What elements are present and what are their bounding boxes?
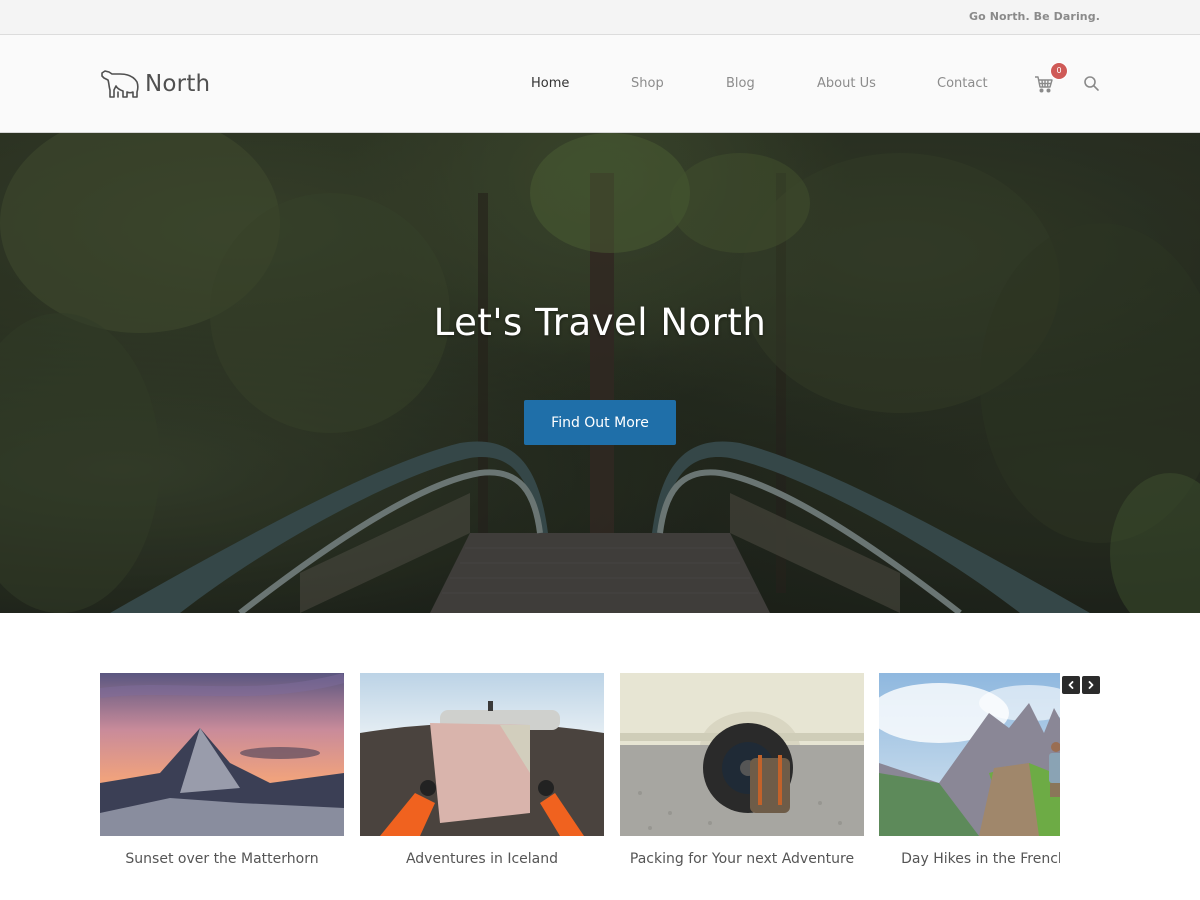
carousel-prev-button[interactable]: [1062, 676, 1080, 694]
forest-bridge-image: [0, 133, 1200, 613]
slide-image-iceland[interactable]: [360, 673, 604, 836]
shopping-cart-icon: [1035, 76, 1053, 93]
slide-caption[interactable]: Packing for Your next Adventure: [620, 851, 864, 867]
site-header: North Home Shop Blog About Us Contact 0: [0, 35, 1200, 133]
carousel-slide: Sunset over the Matterhorn: [100, 673, 344, 883]
slide-caption[interactable]: Adventures in Iceland: [360, 851, 604, 867]
search-button[interactable]: [1083, 75, 1101, 93]
carousel-slide: Packing for Your next Adventure: [620, 673, 864, 883]
chevron-right-icon: [1088, 681, 1094, 689]
iceland-plane-wreck-image: [360, 673, 604, 836]
alps-hiker-image: [879, 673, 1060, 836]
matterhorn-sunset-image: [100, 673, 344, 836]
carousel-next-button[interactable]: [1082, 676, 1100, 694]
hero-title: Let's Travel North: [433, 301, 767, 344]
tagline: Go North. Be Daring.: [968, 10, 1100, 23]
van-backpack-image: [620, 673, 864, 836]
nav-shop[interactable]: Shop: [631, 76, 664, 91]
nav-about-us[interactable]: About Us: [817, 76, 876, 91]
slide-image-matterhorn[interactable]: [100, 673, 344, 836]
nav-blog[interactable]: Blog: [726, 76, 755, 91]
cart-button[interactable]: [1034, 75, 1054, 93]
slide-caption[interactable]: Day Hikes in the French Alps: [879, 851, 1060, 867]
slide-image-hikes[interactable]: [879, 673, 1060, 836]
hero-banner: Let's Travel North Find Out More: [0, 133, 1200, 613]
slide-caption[interactable]: Sunset over the Matterhorn: [100, 851, 344, 867]
nav-contact[interactable]: Contact: [937, 76, 988, 91]
chevron-left-icon: [1068, 681, 1074, 689]
main-nav: Home Shop Blog About Us Contact: [0, 76, 1200, 96]
top-bar: Go North. Be Daring.: [0, 0, 1200, 35]
cart-count-badge: 0: [1051, 63, 1067, 79]
nav-home[interactable]: Home: [531, 76, 569, 91]
post-carousel: Sunset over the Matterhorn Adventures in…: [100, 673, 1100, 883]
search-icon: [1084, 76, 1099, 91]
carousel-slide: Adventures in Iceland: [360, 673, 604, 883]
find-out-more-button[interactable]: Find Out More: [524, 400, 676, 445]
carousel-viewport: Sunset over the Matterhorn Adventures in…: [100, 673, 1060, 883]
slide-image-packing[interactable]: [620, 673, 864, 836]
carousel-slide: Day Hikes in the French Alps: [879, 673, 1060, 883]
